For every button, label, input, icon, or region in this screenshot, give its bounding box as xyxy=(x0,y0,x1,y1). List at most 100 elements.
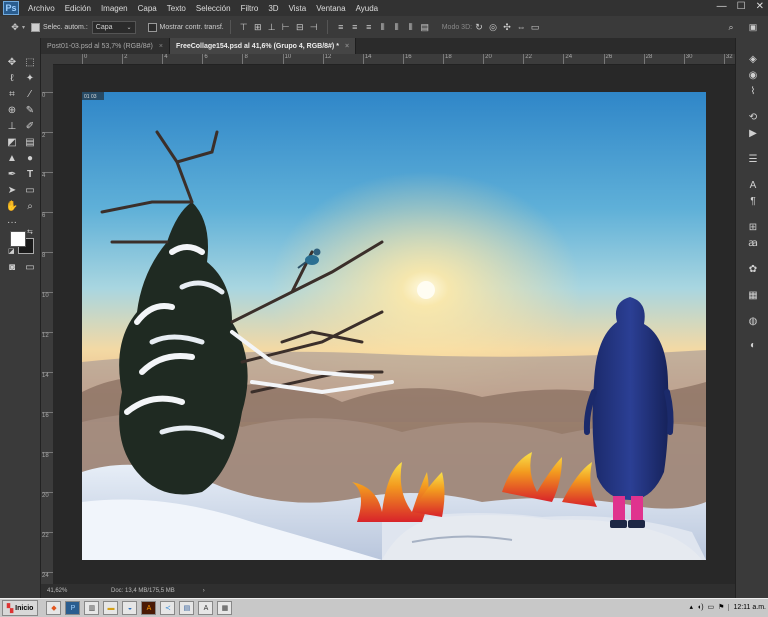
path-select-icon[interactable]: ➤ xyxy=(5,183,19,197)
menu-texto[interactable]: Texto xyxy=(162,4,191,13)
layer-select-dropdown[interactable]: Capa ⌄ xyxy=(91,20,136,34)
eyedropper-icon[interactable]: ⁄ xyxy=(23,87,37,101)
workspace-icon[interactable]: ▣ xyxy=(746,20,760,34)
text-icon[interactable]: A xyxy=(198,601,214,615)
menu-ventana[interactable]: Ventana xyxy=(311,4,350,13)
marquee-icon[interactable]: ⬚ xyxy=(23,55,37,69)
eraser-icon[interactable]: ◩ xyxy=(5,135,19,149)
rotate-3d-icon[interactable]: ↻ xyxy=(472,20,486,34)
paragraph-icon[interactable]: ¶ xyxy=(746,194,760,208)
healing-icon[interactable]: ⊕ xyxy=(5,103,19,117)
actions-icon[interactable]: ▶ xyxy=(746,126,760,140)
file-explorer-icon[interactable]: ▥ xyxy=(84,601,100,615)
maximize-button[interactable]: ☐ xyxy=(737,1,746,12)
document-canvas[interactable]: 01 03 xyxy=(82,92,706,560)
history-brush-icon[interactable]: ✐ xyxy=(23,119,37,133)
distribute-left-icon[interactable]: ⦀ xyxy=(376,20,390,34)
tab-post01[interactable]: Post01-03.psd al 53,7% (RGB/8#) × xyxy=(41,38,170,54)
vscode-icon[interactable]: ≺ xyxy=(160,601,176,615)
close-button[interactable]: ✕ xyxy=(756,1,764,12)
menu-capa[interactable]: Capa xyxy=(133,4,162,13)
clone-source-icon[interactable]: ⊞ xyxy=(746,220,760,234)
hand-icon[interactable]: ✋ xyxy=(5,199,19,213)
character-icon[interactable]: A xyxy=(746,178,760,192)
distribute-hcenter-icon[interactable]: ⦀ xyxy=(390,20,404,34)
paint-icon[interactable]: ◒ xyxy=(122,601,138,615)
slide-3d-icon[interactable]: ⇔ xyxy=(514,20,528,34)
tab-freecollage[interactable]: FreeCollage154.psd al 41,6% (Grupo 4, RG… xyxy=(169,38,357,54)
more-icon[interactable]: ··· xyxy=(5,215,19,229)
menu-filtro[interactable]: Filtro xyxy=(236,4,264,13)
align-hcenter-icon[interactable]: ⊟ xyxy=(293,20,307,34)
close-icon[interactable]: × xyxy=(345,43,349,50)
distribute-bottom-icon[interactable]: ≡ xyxy=(362,20,376,34)
move-tool-preset-icon[interactable]: ✥ xyxy=(8,20,22,34)
paths-icon[interactable]: ⌇ xyxy=(746,84,760,98)
zoom-level[interactable]: 41,62% xyxy=(47,588,87,594)
app-icon[interactable]: ▦ xyxy=(217,601,233,615)
foreground-color-swatch[interactable] xyxy=(10,231,26,247)
ruler-corner[interactable] xyxy=(41,54,53,64)
auto-align-icon[interactable]: ▤ xyxy=(418,20,432,34)
menu-ayuda[interactable]: Ayuda xyxy=(351,4,384,13)
swap-colors-icon[interactable]: ⇆ xyxy=(27,228,33,236)
blur-icon[interactable]: ▲ xyxy=(5,151,19,165)
align-vcenter-icon[interactable]: ⊞ xyxy=(251,20,265,34)
roll-3d-icon[interactable]: ◎ xyxy=(486,20,500,34)
tray-arrow-icon[interactable]: ▴ xyxy=(689,603,693,611)
align-bottom-icon[interactable]: ⊥ xyxy=(265,20,279,34)
folder-icon[interactable]: ▬ xyxy=(103,601,119,615)
menu-seleccion[interactable]: Selección xyxy=(191,4,236,13)
start-button[interactable]: ▚ Inicio xyxy=(2,600,39,616)
zoom-icon[interactable]: ⌕ xyxy=(23,199,37,213)
status-arrow-icon[interactable]: › xyxy=(203,588,205,594)
show-transform-checkbox[interactable] xyxy=(147,22,157,32)
minimize-button[interactable]: — xyxy=(717,1,727,12)
menu-3d[interactable]: 3D xyxy=(263,4,283,13)
align-top-icon[interactable]: ⊤ xyxy=(237,20,251,34)
menu-vista[interactable]: Vista xyxy=(284,4,312,13)
clock[interactable]: 12:11 a.m. xyxy=(728,603,766,611)
close-icon[interactable]: × xyxy=(159,43,163,50)
drag-3d-icon[interactable]: ✣ xyxy=(500,20,514,34)
magic-wand-icon[interactable]: ✦ xyxy=(23,71,37,85)
word-icon[interactable]: ▤ xyxy=(179,601,195,615)
distribute-top-icon[interactable]: ≡ xyxy=(334,20,348,34)
swatches-icon[interactable]: ▦ xyxy=(746,288,760,302)
type-icon[interactable]: T xyxy=(23,167,37,181)
layers-icon[interactable]: ◈ xyxy=(746,52,760,66)
chevron-down-icon[interactable]: ▾ xyxy=(22,24,25,31)
history-icon[interactable]: ⟲ xyxy=(746,110,760,124)
dodge-icon[interactable]: ● xyxy=(23,151,37,165)
ruler-top[interactable]: 0 2 4 6 8 10 12 14 16 18 20 22 24 26 28 30 32 xyxy=(53,54,735,65)
menu-edicion[interactable]: Edición xyxy=(60,4,96,13)
flag-icon[interactable]: ⚑ xyxy=(718,603,724,611)
auto-select-checkbox[interactable] xyxy=(31,22,41,32)
brush-presets-icon[interactable]: ✿ xyxy=(746,262,760,276)
adjustments-icon[interactable]: ◐ xyxy=(746,338,760,352)
volume-icon[interactable]: ◖) xyxy=(697,604,704,611)
network-icon[interactable]: ▭ xyxy=(708,603,715,611)
distribute-right-icon[interactable]: ⦀ xyxy=(404,20,418,34)
glyphs-icon[interactable]: ꜳ xyxy=(746,236,760,250)
brave-icon[interactable]: ◆ xyxy=(46,601,62,615)
default-colors-icon[interactable]: ◪ xyxy=(8,247,15,255)
align-right-icon[interactable]: ⊣ xyxy=(307,20,321,34)
menu-imagen[interactable]: Imagen xyxy=(96,4,133,13)
screen-mode-icon[interactable]: ▭ xyxy=(23,260,37,274)
quick-mask-icon[interactable]: ◙ xyxy=(5,260,19,274)
crop-icon[interactable]: ⌗ xyxy=(5,87,19,101)
stamp-icon[interactable]: ⊥ xyxy=(5,119,19,133)
move-icon[interactable]: ✥ xyxy=(5,55,19,69)
scale-3d-icon[interactable]: ▭ xyxy=(528,20,542,34)
illustrator-icon[interactable]: A xyxy=(141,601,157,615)
lasso-icon[interactable]: ℓ xyxy=(5,71,19,85)
gradient-icon[interactable]: ▤ xyxy=(23,135,37,149)
search-icon[interactable]: ⌕ xyxy=(724,20,738,34)
pen-icon[interactable]: ✒ xyxy=(5,167,19,181)
navigator-icon[interactable]: ◍ xyxy=(746,314,760,328)
channels-icon[interactable]: ◉ xyxy=(746,68,760,82)
align-left-icon[interactable]: ⊢ xyxy=(279,20,293,34)
shape-icon[interactable]: ▭ xyxy=(23,183,37,197)
menu-archivo[interactable]: Archivo xyxy=(23,4,60,13)
